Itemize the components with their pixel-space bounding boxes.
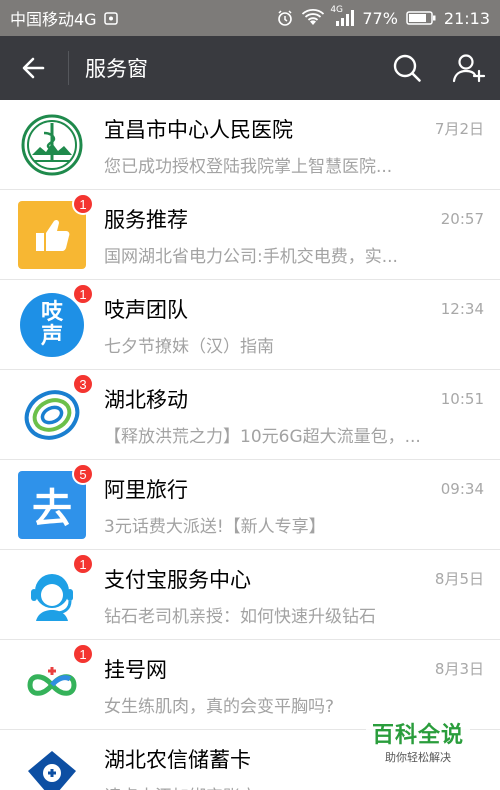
item-title: 湖北移动: [104, 387, 188, 412]
guahao-logo-icon: [27, 667, 77, 696]
item-time: 10:51: [440, 389, 484, 408]
item-title: 湖北农信储蓄卡: [104, 747, 251, 772]
china-mobile-logo-icon: [24, 390, 80, 440]
item-preview: 七夕节撩妹（汉）指南: [104, 336, 274, 357]
add-contact-button[interactable]: [438, 36, 500, 100]
carrier-label: 中国移动4G: [10, 10, 97, 29]
back-button[interactable]: [0, 36, 68, 100]
notification-icon: [103, 10, 119, 26]
page-title: 服务窗: [85, 57, 148, 81]
thumbs-up-icon: [36, 219, 70, 251]
item-title: 宜昌市中心人民医院: [104, 117, 293, 142]
item-preview: 您已成功授权登陆我院掌上智慧医院...: [104, 156, 393, 177]
top-nav-bar: 服务窗: [0, 36, 500, 100]
avatar-wrap: 3: [18, 373, 94, 449]
clock: 21:13: [443, 8, 490, 28]
unread-badge: 3: [72, 373, 94, 395]
item-title: 挂号网: [104, 657, 167, 682]
battery-icon: [406, 10, 436, 26]
list-item[interactable]: 1 支付宝服务中心 8月5日 钻石老司机亲授：如何快速升级钻石: [0, 550, 500, 640]
carrier-group: 中国移动4G: [10, 6, 119, 30]
avatar: [18, 741, 86, 790]
nav-divider: [68, 51, 69, 85]
signal-icon: 4G: [330, 5, 355, 27]
item-time: 8月5日: [434, 570, 484, 588]
battery-percent: 77%: [362, 8, 398, 28]
item-preview: 【释放洪荒之力】10元6G超大流量包，...: [104, 426, 421, 447]
unread-badge: 1: [72, 193, 94, 215]
network-label: 4G: [330, 5, 344, 15]
watermark-title: 百科全说: [371, 723, 464, 748]
item-time: 12:34: [440, 299, 484, 318]
status-right: 4G 77% 21:13: [276, 5, 490, 28]
alarm-icon: [276, 9, 294, 27]
avatar-wrap: [18, 111, 86, 179]
item-preview: 请点击添加绑定账户: [104, 782, 484, 790]
list-item[interactable]: 吱 声 1 吱声团队 12:34 七夕节撩妹（汉）指南: [0, 280, 500, 370]
item-preview: 钻石老司机亲授：如何快速升级钻石: [104, 606, 376, 627]
avatar-wrap: 1: [18, 553, 94, 629]
item-time: 20:57: [440, 209, 484, 228]
back-arrow-icon: [22, 57, 45, 79]
nav-actions: [376, 36, 500, 100]
list-item[interactable]: 宜昌市中心人民医院 7月2日 您已成功授权登陆我院掌上智慧医院...: [0, 100, 500, 190]
watermark-subtitle: 助你轻松解决: [384, 751, 451, 764]
service-window-list: 宜昌市中心人民医院 7月2日 您已成功授权登陆我院掌上智慧医院... 1 服务推…: [0, 100, 500, 790]
item-preview: 3元话费大派送!【新人专享】: [104, 516, 326, 537]
avatar-wrap: [18, 741, 86, 790]
item-time: 8月3日: [434, 660, 484, 678]
logo-char: 声: [40, 324, 63, 349]
status-bar: 中国移动4G 4G 77% 21:13: [0, 0, 500, 36]
hospital-logo-icon: [21, 114, 83, 176]
avatar-wrap: 1: [18, 643, 94, 719]
unread-badge: 5: [72, 463, 94, 485]
list-item[interactable]: 1 服务推荐 20:57 国网湖北省电力公司:手机交电费，实...: [0, 190, 500, 280]
avatar-wrap: 吱 声 1: [18, 283, 94, 359]
logo-char: 吱: [40, 300, 63, 325]
item-preview: 女生练肌肉，真的会变平胸吗?: [104, 696, 335, 717]
item-title: 吱声团队: [104, 297, 188, 322]
alitrip-logo-icon: 去: [32, 486, 72, 532]
wifi-icon: [302, 9, 325, 27]
avatar-wrap: 去 5: [18, 463, 94, 539]
avatar: [18, 111, 86, 179]
customer-service-icon: [31, 574, 73, 621]
avatar-wrap: 1: [18, 193, 94, 269]
search-button[interactable]: [376, 36, 438, 100]
unread-badge: 1: [72, 643, 94, 665]
item-preview: 国网湖北省电力公司:手机交电费，实...: [104, 246, 398, 267]
unread-badge: 1: [72, 553, 94, 575]
watermark: 百科全说 助你轻松解决: [365, 715, 470, 767]
list-item[interactable]: 去 5 阿里旅行 09:34 3元话费大派送!【新人专享】: [0, 460, 500, 550]
search-icon: [393, 54, 421, 82]
item-title: 阿里旅行: [104, 477, 188, 502]
zhisheng-logo-icon: 吱 声: [20, 293, 84, 357]
item-title: 服务推荐: [104, 207, 188, 232]
add-user-icon: [452, 54, 486, 83]
item-time: 09:34: [440, 479, 484, 498]
item-time: 7月2日: [434, 120, 484, 138]
unread-badge: 1: [72, 283, 94, 305]
rural-credit-logo-icon: [28, 751, 76, 790]
item-title: 支付宝服务中心: [104, 567, 251, 592]
list-item[interactable]: 3 湖北移动 10:51 【释放洪荒之力】10元6G超大流量包，...: [0, 370, 500, 460]
